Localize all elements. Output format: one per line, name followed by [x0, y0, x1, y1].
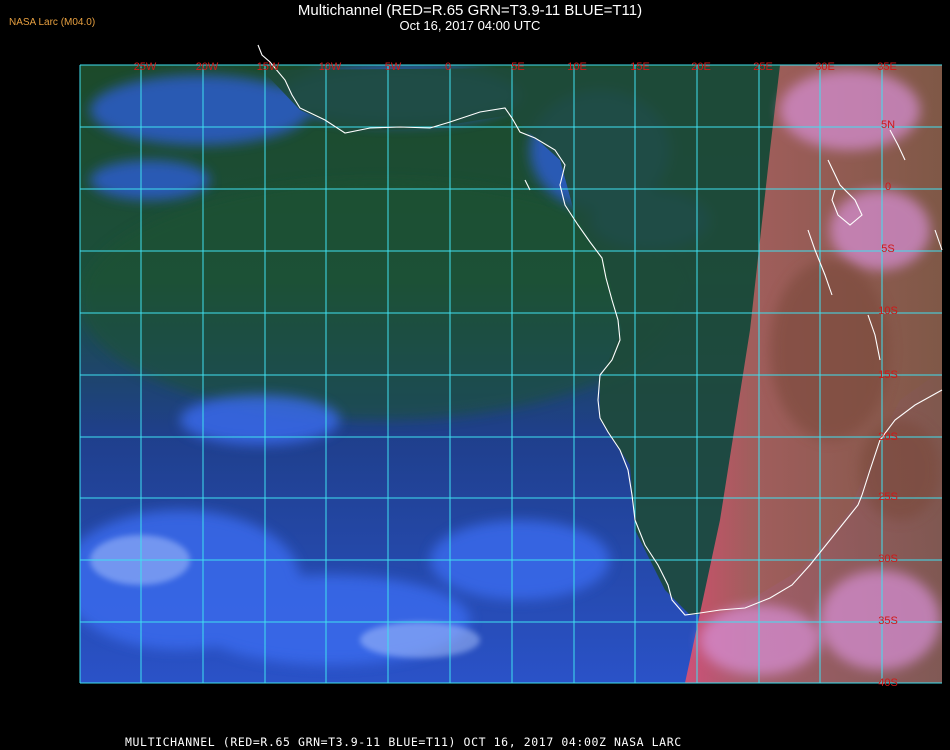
- latitude-label: 5N: [881, 119, 895, 131]
- imagery-layer: [80, 65, 942, 683]
- longitude-label: 5E: [511, 61, 524, 73]
- longitude-label: 5W: [385, 61, 402, 73]
- longitude-label: 35E: [877, 61, 897, 73]
- longitude-label: 30E: [815, 61, 835, 73]
- longitude-label: 10E: [567, 61, 587, 73]
- latitude-label: 30S: [878, 553, 898, 565]
- latitude-label: 20S: [878, 431, 898, 443]
- latitude-label: 35S: [878, 615, 898, 627]
- longitude-label: 15W: [257, 61, 280, 73]
- latitude-label: 25S: [878, 491, 898, 503]
- satellite-map[interactable]: 25W 20W 15W 10W 5W 0 5E 10E 15E 20E 25E 30E 35E 5N 0 5…: [0, 0, 950, 735]
- latitude-label: 5S: [881, 243, 894, 255]
- longitude-label: 25W: [134, 61, 157, 73]
- longitude-label: 20W: [196, 61, 219, 73]
- latitude-label: 15S: [878, 369, 898, 381]
- latitude-label: 10S: [878, 305, 898, 317]
- longitude-label: 15E: [630, 61, 650, 73]
- longitude-label: 20E: [691, 61, 711, 73]
- longitude-label: 0: [445, 61, 451, 73]
- longitude-label: 25E: [753, 61, 773, 73]
- longitude-label: 10W: [319, 61, 342, 73]
- footer-caption: MULTICHANNEL (RED=R.65 GRN=T3.9-11 BLUE=…: [125, 735, 682, 749]
- latitude-label: 40S: [878, 677, 898, 689]
- latitude-label: 0: [885, 181, 891, 193]
